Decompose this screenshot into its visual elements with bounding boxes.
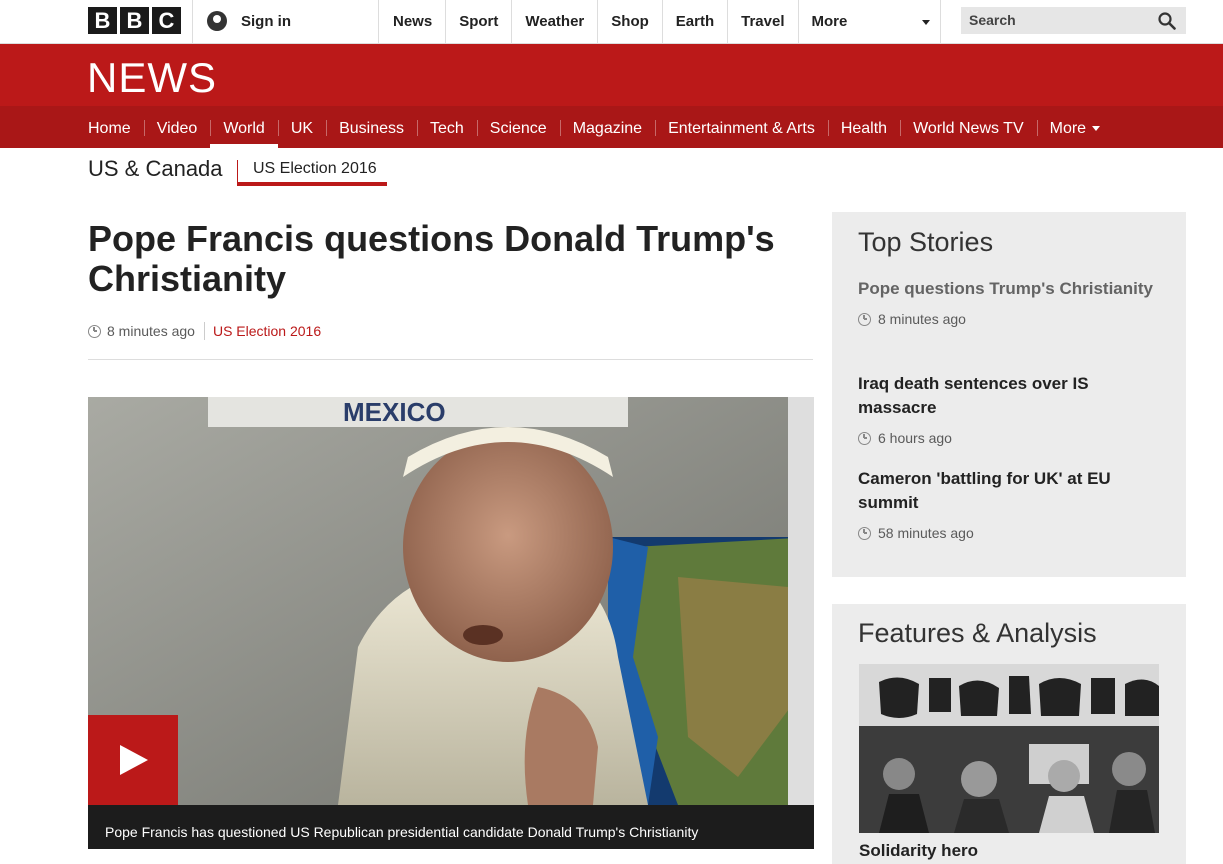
top-story-title[interactable]: Iraq death sentences over IS massacre bbox=[858, 372, 1158, 420]
news-nav-more-button[interactable]: More bbox=[1036, 106, 1113, 148]
sign-in-label: Sign in bbox=[241, 13, 291, 30]
global-nav-earth[interactable]: Earth bbox=[663, 0, 729, 43]
top-story-title[interactable]: Pope questions Trump's Christianity bbox=[858, 277, 1158, 301]
news-banner: NEWS Home Video World UK Business Tech S… bbox=[0, 44, 1223, 148]
caret-down-icon bbox=[1092, 126, 1101, 132]
video-player[interactable]: MEXICO bbox=[88, 397, 814, 805]
clock-icon bbox=[858, 431, 871, 445]
news-nav-science[interactable]: Science bbox=[476, 106, 560, 148]
top-story-title[interactable]: Cameron 'battling for UK' at EU summit bbox=[858, 467, 1158, 515]
news-nav-magazine[interactable]: Magazine bbox=[559, 106, 655, 148]
news-nav-uk[interactable]: UK bbox=[277, 106, 326, 148]
top-story-time: 58 minutes ago bbox=[858, 525, 1158, 541]
global-nav-news[interactable]: News bbox=[380, 0, 447, 43]
features-panel: Features & Analysis Solidarity hero bbox=[832, 604, 1186, 864]
svg-text:MEXICO: MEXICO bbox=[343, 397, 446, 427]
news-logo[interactable]: NEWS bbox=[87, 54, 217, 102]
top-stories-title: Top Stories bbox=[858, 227, 994, 257]
top-story-item[interactable]: Iraq death sentences over IS massacre 6 … bbox=[858, 372, 1158, 446]
features-title: Features & Analysis bbox=[858, 618, 1097, 648]
bbc-logo-letter: C bbox=[152, 7, 181, 34]
search-placeholder: Search bbox=[969, 12, 1016, 28]
video-caption-text: Pope Francis has questioned US Republica… bbox=[105, 824, 699, 840]
article-topic-link[interactable]: US Election 2016 bbox=[213, 323, 321, 339]
news-nav-entertainment-arts[interactable]: Entertainment & Arts bbox=[655, 106, 828, 148]
top-story-item[interactable]: Cameron 'battling for UK' at EU summit 5… bbox=[858, 467, 1158, 541]
caret-down-icon bbox=[921, 20, 930, 25]
global-nav-travel[interactable]: Travel bbox=[728, 0, 799, 43]
news-nav-business[interactable]: Business bbox=[326, 106, 417, 148]
news-nav: Home Video World UK Business Tech Scienc… bbox=[0, 106, 1223, 148]
video-thumbnail: MEXICO bbox=[88, 397, 814, 805]
clock-icon bbox=[88, 324, 101, 338]
article-meta: 8 minutes ago US Election 2016 bbox=[88, 322, 321, 340]
top-story-timestamp: 58 minutes ago bbox=[878, 525, 974, 541]
top-story-time: 6 hours ago bbox=[858, 430, 1158, 446]
user-icon bbox=[207, 11, 227, 31]
bbc-global-nav: News Sport Weather Shop Earth Travel Mor… bbox=[380, 0, 941, 43]
top-story-timestamp: 6 hours ago bbox=[878, 430, 952, 446]
video-caption: Pope Francis has questioned US Republica… bbox=[88, 805, 814, 849]
top-story-time: 8 minutes ago bbox=[858, 311, 1158, 327]
section-title[interactable]: US & Canada bbox=[88, 156, 223, 182]
bbc-logo-letter: B bbox=[88, 7, 117, 34]
news-nav-more-label: More bbox=[1049, 120, 1087, 137]
news-nav-home[interactable]: Home bbox=[75, 106, 144, 148]
global-nav-weather[interactable]: Weather bbox=[512, 0, 599, 43]
top-story-timestamp: 8 minutes ago bbox=[878, 311, 966, 327]
section-subnav-us-election[interactable]: US Election 2016 bbox=[253, 160, 377, 178]
top-story-item[interactable]: Pope questions Trump's Christianity 8 mi… bbox=[858, 277, 1158, 327]
news-nav-world[interactable]: World bbox=[210, 106, 278, 148]
bbc-logo[interactable]: B B C bbox=[88, 7, 181, 34]
global-nav-shop[interactable]: Shop bbox=[598, 0, 663, 43]
bbc-top-bar: B B C Sign in News Sport Weather Shop Ea… bbox=[0, 0, 1223, 44]
meta-divider bbox=[203, 322, 205, 340]
search-input[interactable]: Search bbox=[961, 7, 1186, 34]
bbc-logo-letter: B bbox=[120, 7, 149, 34]
play-icon bbox=[120, 745, 148, 775]
news-nav-video[interactable]: Video bbox=[143, 106, 211, 148]
section-divider bbox=[237, 160, 238, 184]
global-nav-sport[interactable]: Sport bbox=[446, 0, 513, 43]
divider bbox=[88, 359, 813, 360]
article-timestamp: 8 minutes ago bbox=[107, 323, 195, 339]
article-headline: Pope Francis questions Donald Trump's Ch… bbox=[88, 218, 775, 299]
search-icon[interactable] bbox=[1158, 12, 1176, 30]
news-nav-tech[interactable]: Tech bbox=[416, 106, 477, 148]
play-button[interactable] bbox=[88, 715, 178, 805]
sign-in-link[interactable]: Sign in bbox=[192, 0, 379, 43]
active-subnav-indicator bbox=[237, 182, 387, 186]
feature-photo bbox=[859, 664, 1159, 833]
feature-image[interactable] bbox=[859, 664, 1159, 833]
clock-icon bbox=[858, 312, 871, 326]
clock-icon bbox=[858, 526, 871, 540]
global-nav-more-label: More bbox=[811, 13, 848, 30]
global-nav-more-button[interactable]: More bbox=[799, 0, 941, 43]
news-nav-health[interactable]: Health bbox=[827, 106, 900, 148]
feature-title[interactable]: Solidarity hero bbox=[859, 841, 978, 861]
top-stories-panel: Top Stories Pope questions Trump's Chris… bbox=[832, 212, 1186, 577]
news-nav-world-news-tv[interactable]: World News TV bbox=[900, 106, 1037, 148]
